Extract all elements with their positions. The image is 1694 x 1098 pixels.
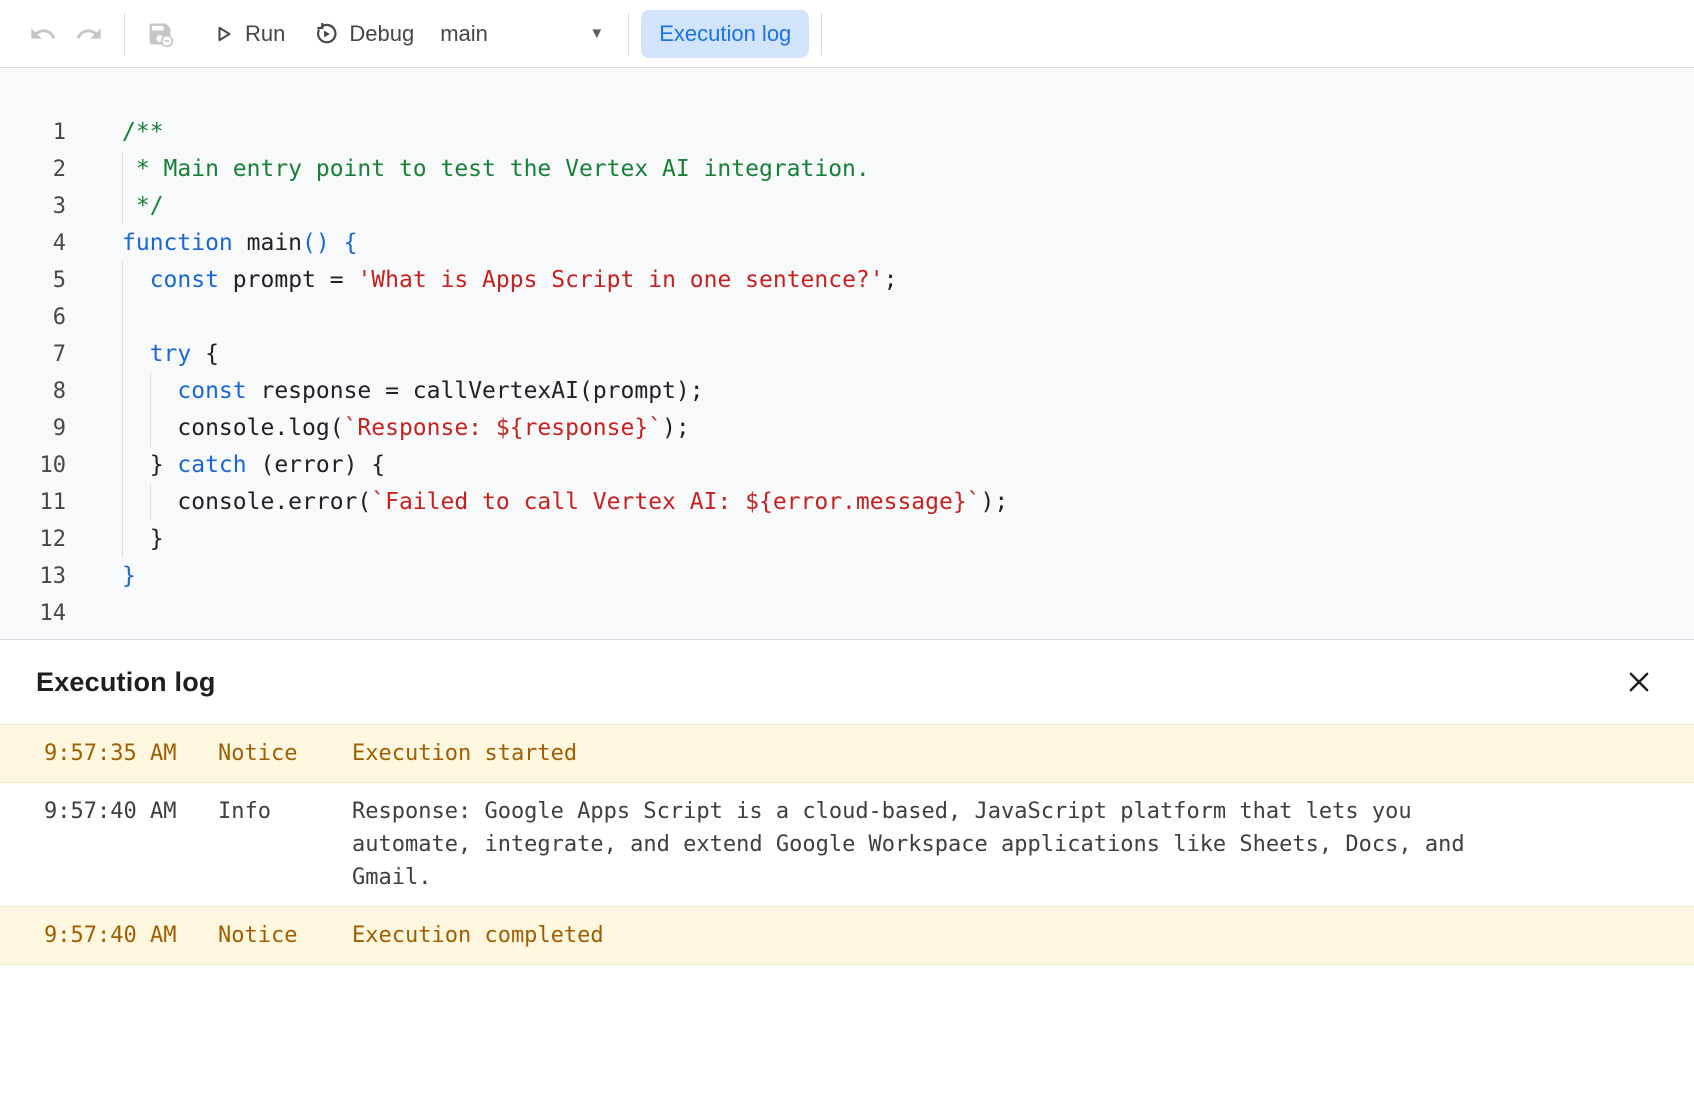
close-icon: [1624, 667, 1654, 697]
run-label: Run: [245, 21, 285, 47]
indent-guide: [122, 373, 123, 410]
run-button[interactable]: Run: [197, 12, 299, 56]
code-editor[interactable]: 1234567891011121314 /** * Main entry poi…: [0, 68, 1694, 639]
line-number: 3: [0, 188, 66, 225]
indent-guide: [122, 447, 123, 484]
log-level: Info: [218, 795, 352, 828]
log-level: Notice: [218, 919, 352, 952]
indent-guide: [122, 151, 123, 188]
toolbar-divider: [124, 13, 125, 55]
run-icon: [211, 22, 235, 46]
undo-icon: [29, 20, 57, 48]
code-line: try {: [122, 336, 1694, 373]
log-timestamp: 9:57:40 AM: [0, 795, 218, 828]
indent-guide: [150, 410, 151, 447]
line-number: 6: [0, 299, 66, 336]
log-row: 9:57:35 AMNoticeExecution started: [0, 724, 1694, 783]
log-message: Execution started: [352, 737, 1478, 770]
line-number: 9: [0, 410, 66, 447]
execution-log-header: Execution log: [0, 640, 1694, 724]
indent-guide: [150, 373, 151, 410]
debug-label: Debug: [349, 21, 414, 47]
code-line: console.log(`Response: ${response}`);: [122, 410, 1694, 447]
code-line: [122, 299, 1694, 336]
log-timestamp: 9:57:40 AM: [0, 919, 218, 952]
indent-guide: [122, 188, 123, 225]
line-number-gutter: 1234567891011121314: [0, 114, 66, 639]
indent-guide: [122, 410, 123, 447]
chevron-down-icon: ▼: [589, 25, 604, 42]
redo-button[interactable]: [66, 11, 112, 57]
log-message: Response: Google Apps Script is a cloud-…: [352, 795, 1478, 894]
indent-guide: [122, 521, 123, 558]
function-dropdown-value: main: [440, 21, 488, 47]
redo-icon: [75, 20, 103, 48]
code-line: } catch (error) {: [122, 447, 1694, 484]
line-number: 8: [0, 373, 66, 410]
indent-guide: [122, 262, 123, 299]
save-button[interactable]: [137, 11, 183, 57]
log-row: 9:57:40 AMInfoResponse: Google Apps Scri…: [0, 783, 1694, 906]
line-number: 1: [0, 114, 66, 151]
line-number: 11: [0, 484, 66, 521]
indent-guide: [122, 299, 123, 336]
code-line: function main() {: [122, 225, 1694, 262]
debug-icon: [313, 21, 339, 47]
line-number: 12: [0, 521, 66, 558]
code-line: */: [122, 188, 1694, 225]
line-number: 7: [0, 336, 66, 373]
indent-guide: [150, 484, 151, 521]
code-line: /**: [122, 114, 1694, 151]
log-rows: 9:57:35 AMNoticeExecution started9:57:40…: [0, 724, 1694, 965]
code-line: [122, 595, 1694, 632]
execution-log-title: Execution log: [36, 667, 216, 698]
line-number: 4: [0, 225, 66, 262]
execution-log-button[interactable]: Execution log: [641, 10, 809, 58]
code-line: const prompt = 'What is Apps Script in o…: [122, 262, 1694, 299]
code-line: console.error(`Failed to call Vertex AI:…: [122, 484, 1694, 521]
indent-guide: [122, 484, 123, 521]
code-line: * Main entry point to test the Vertex AI…: [122, 151, 1694, 188]
code-line: const response = callVertexAI(prompt);: [122, 373, 1694, 410]
log-message: Execution completed: [352, 919, 1478, 952]
undo-button[interactable]: [20, 11, 66, 57]
code-lines: /** * Main entry point to test the Verte…: [66, 114, 1694, 639]
log-timestamp: 9:57:35 AM: [0, 737, 218, 770]
line-number: 13: [0, 558, 66, 595]
function-dropdown[interactable]: main ▼: [428, 12, 616, 56]
debug-button[interactable]: Debug: [299, 12, 428, 56]
log-row: 9:57:40 AMNoticeExecution completed: [0, 906, 1694, 965]
toolbar-divider: [628, 13, 629, 55]
line-number: 2: [0, 151, 66, 188]
line-number: 5: [0, 262, 66, 299]
toolbar-divider: [821, 13, 822, 55]
indent-guide: [122, 336, 123, 373]
line-number: 10: [0, 447, 66, 484]
close-button[interactable]: [1620, 663, 1658, 701]
log-level: Notice: [218, 737, 352, 770]
save-project-icon: [146, 20, 174, 48]
toolbar: Run Debug main ▼ Execution log: [0, 0, 1694, 68]
execution-log-panel: Execution log 9:57:35 AMNoticeExecution …: [0, 639, 1694, 1097]
code-line: }: [122, 521, 1694, 558]
code-line: }: [122, 558, 1694, 595]
line-number: 14: [0, 595, 66, 632]
